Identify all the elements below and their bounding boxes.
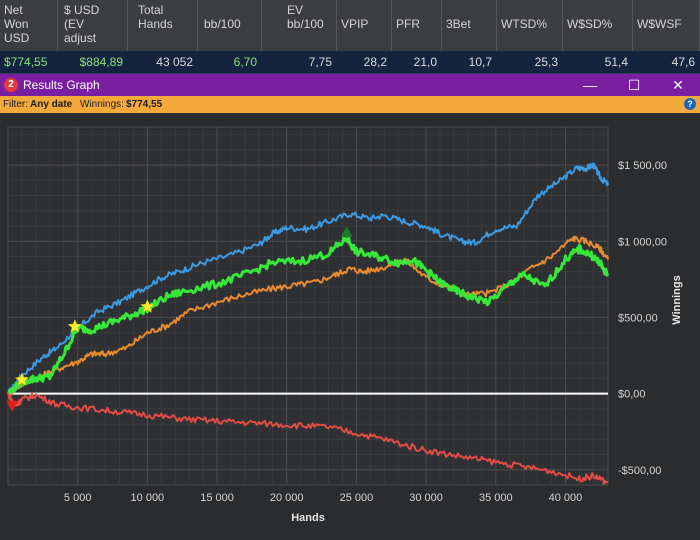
stats-column-header[interactable]: Net Won USD bbox=[0, 0, 58, 51]
x-tick-label: 5 000 bbox=[64, 492, 92, 504]
stats-column-header[interactable]: 3Bet bbox=[442, 0, 497, 51]
stats-value: 51,4 bbox=[604, 55, 628, 69]
stats-column-header-label: $ USD (EV adjust bbox=[64, 3, 100, 45]
stats-column-header[interactable]: WTSD% bbox=[497, 0, 563, 51]
y-axis-label: Winnings bbox=[671, 275, 683, 324]
stats-column-header-label: 3Bet bbox=[446, 17, 471, 31]
window-title: Results Graph bbox=[23, 78, 100, 92]
y-tick-label: $500,00 bbox=[618, 312, 658, 324]
stats-column-header[interactable]: Total Hands bbox=[128, 0, 198, 51]
stats-column-header[interactable]: VPIP bbox=[337, 0, 392, 51]
x-tick-label: 10 000 bbox=[131, 492, 165, 504]
x-tick-label: 25 000 bbox=[340, 492, 374, 504]
stats-column-header-label: WTSD% bbox=[501, 17, 547, 31]
stats-value: 43 052 bbox=[156, 55, 193, 69]
stats-column-header[interactable]: W$SD% bbox=[563, 0, 633, 51]
stats-value: 6,70 bbox=[233, 55, 257, 69]
stats-value: 25,3 bbox=[534, 55, 558, 69]
stats-column-header[interactable]: W$WSF bbox=[633, 0, 700, 51]
stats-column-header-label: Total Hands bbox=[138, 3, 173, 31]
stats-column-header[interactable]: EV bb/100 bbox=[262, 0, 337, 51]
stats-header: Net Won USD $ USD (EV adjust Total Hands bb… bbox=[0, 0, 700, 51]
stats-value: 47,6 bbox=[671, 55, 695, 69]
x-tick-label: 40 000 bbox=[549, 492, 583, 504]
stats-column-header-label: EV bb/100 bbox=[287, 3, 324, 31]
maximize-button[interactable]: ☐ bbox=[612, 74, 656, 96]
x-tick-label: 35 000 bbox=[479, 492, 513, 504]
stats-value: 7,75 bbox=[308, 55, 332, 69]
filter-date[interactable]: Any date bbox=[30, 99, 72, 110]
minimize-button[interactable]: — bbox=[568, 74, 612, 96]
results-graph: 5 000 10 000 15 000 20 000 25 000 30 000 35 00… bbox=[0, 113, 700, 535]
x-tick-label: 20 000 bbox=[270, 492, 304, 504]
stats-column-header-label: bb/100 bbox=[204, 17, 241, 31]
y-tick-label: $1 000,00 bbox=[618, 236, 667, 248]
stats-column-header-label: VPIP bbox=[341, 17, 369, 31]
stats-value: $774,55 bbox=[4, 55, 48, 69]
app-icon: 2 bbox=[4, 78, 18, 92]
stats-column-header-label: Net Won USD bbox=[4, 3, 30, 45]
y-tick-label: $0,00 bbox=[618, 389, 646, 401]
results-graph-svg: 5 000 10 000 15 000 20 000 25 000 30 000 35 00… bbox=[6, 126, 683, 524]
y-tick-label: -$500,00 bbox=[618, 465, 661, 477]
close-button[interactable]: ✕ bbox=[656, 74, 700, 96]
window-title-bar[interactable]: 2 Results Graph — ☐ ✕ bbox=[0, 74, 700, 96]
filter-bar[interactable]: Filter: Any date Winnings: $774,55 ? bbox=[0, 96, 700, 113]
x-tick-label: 15 000 bbox=[200, 492, 234, 504]
stats-column-header[interactable]: PFR bbox=[392, 0, 442, 51]
stats-column-header-label: W$WSF bbox=[637, 17, 682, 31]
stats-column-header[interactable]: $ USD (EV adjust bbox=[58, 0, 128, 51]
filter-winnings-value: $774,55 bbox=[126, 99, 163, 110]
x-tick-label: 30 000 bbox=[409, 492, 443, 504]
x-axis-label: Hands bbox=[291, 512, 325, 524]
stats-column-header-label: W$SD% bbox=[567, 17, 613, 31]
y-tick-label: $1 500,00 bbox=[618, 160, 667, 172]
stats-value: 10,7 bbox=[468, 55, 492, 69]
stats-value: $884,89 bbox=[79, 55, 123, 69]
filter-prefix: Filter: bbox=[3, 99, 28, 110]
stats-column-header-label: PFR bbox=[396, 17, 420, 31]
stats-value: 28,2 bbox=[363, 55, 387, 69]
stats-column-header[interactable]: bb/100 bbox=[198, 0, 262, 51]
filter-winnings-label: Winnings: bbox=[80, 99, 124, 110]
help-icon[interactable]: ? bbox=[684, 98, 696, 110]
stats-value: 21,0 bbox=[413, 55, 437, 69]
stats-values-row: $774,55 $884,89 43 052 6,70 7,75 28,2 21,0 10,7… bbox=[0, 51, 700, 74]
